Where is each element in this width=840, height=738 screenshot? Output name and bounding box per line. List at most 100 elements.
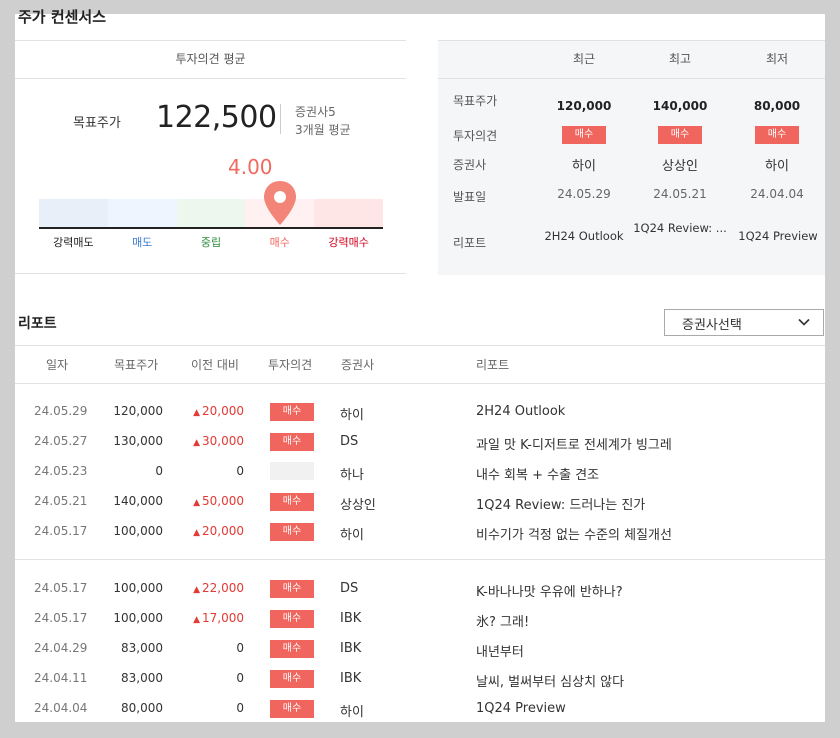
row-target: 120,000 <box>113 404 163 418</box>
table-row[interactable]: 24.05.27 130,000 ▲ 30,000 매수 DS 과일 맛 K-디저트로 전세… <box>0 427 840 457</box>
table-row[interactable]: 24.04.29 83,000 0 매수 IBK 내년부터 <box>0 634 840 664</box>
table-row[interactable]: 24.05.21 140,000 ▲ 50,000 매수 상상인 1Q24 Review: … <box>0 487 840 517</box>
row-date: 24.05.27 <box>34 434 88 448</box>
col-highest: 최고 <box>668 52 692 66</box>
row-date: 24.05.29 <box>34 404 88 418</box>
row-diff-value: 20,000 <box>202 404 244 418</box>
opinion-badge: 매수 <box>270 670 314 688</box>
row-report-link[interactable]: 내수 회복 + 수출 견조 <box>476 464 599 483</box>
chevron-down-icon <box>798 318 810 326</box>
row-target: 83,000 <box>121 671 163 685</box>
row-diff: ▲ 50,000 <box>193 494 244 508</box>
arrow-up-icon: ▲ <box>193 408 200 418</box>
row-diff-value: 20,000 <box>202 524 244 538</box>
row-broker: DS <box>340 434 359 449</box>
table-row[interactable]: 24.05.17 100,000 ▲ 20,000 매수 하이 비수기가 걱정 없는 수준의… <box>0 517 840 547</box>
row-broker: 상상인 <box>340 498 376 513</box>
table-row[interactable]: 24.05.23 0 0 하나 내수 회복 + 수출 견조 <box>0 457 840 487</box>
row-diff-value: 30,000 <box>202 434 244 448</box>
row-opinion: 매수 <box>270 669 314 688</box>
opinion-gauge <box>39 199 383 229</box>
row-target: 100,000 <box>113 611 163 625</box>
scale-strong-sell: 강력매도 <box>53 236 94 249</box>
table-row[interactable]: 24.05.29 120,000 ▲ 20,000 매수 하이 2H24 Outlook <box>0 397 840 427</box>
row-diff: ▲ 20,000 <box>193 404 244 418</box>
divider <box>15 273 406 274</box>
row-diff-value: 0 <box>236 671 244 685</box>
lowest-report-link[interactable]: 1Q24 Preview <box>728 228 828 245</box>
col-lowest: 최저 <box>765 52 789 66</box>
gauge-band-strong-sell <box>39 199 108 227</box>
lowest-target: 80,000 <box>753 99 801 113</box>
opinion-badge: 매수 <box>270 493 314 511</box>
highest-target: 140,000 <box>652 99 708 113</box>
row-report-link[interactable]: K-바나나맛 우유에 반하나? <box>476 581 623 600</box>
col-report: 리포트 <box>476 358 510 372</box>
divider <box>15 559 825 560</box>
highest-broker: 상상인 <box>662 159 698 174</box>
row-date: 24.05.17 <box>34 611 88 625</box>
col-opinion: 투자의견 <box>268 358 313 372</box>
row-date: 24.05.17 <box>34 581 88 595</box>
opinion-badge: 매수 <box>270 610 314 628</box>
opinion-badge: 매수 <box>270 640 314 658</box>
row-opinion: 매수 <box>270 579 314 598</box>
row-diff-value: 0 <box>236 701 244 715</box>
row-opinion: 매수 <box>270 492 314 511</box>
row-report-link[interactable]: 날씨, 벌써부터 심상치 않다 <box>476 671 624 690</box>
highest-report-link[interactable]: 1Q24 Review: ... <box>630 220 730 237</box>
lowest-opinion-badge: 매수 <box>755 126 799 144</box>
row-target: 140,000 <box>113 494 163 508</box>
row-diff-value: 22,000 <box>202 581 244 595</box>
gauge-scale-labels: 강력매도 매도 중립 매수 강력매수 <box>39 234 383 250</box>
row-opinion: 매수 <box>270 699 314 718</box>
lowest-date: 24.04.04 <box>750 187 804 201</box>
broker-select-value: 증권사선택 <box>682 318 742 333</box>
row-date: 24.05.17 <box>34 524 88 538</box>
row-target: 80,000 <box>121 701 163 715</box>
map-pin-icon <box>263 181 296 225</box>
table-row[interactable]: 24.05.17 100,000 ▲ 17,000 매수 IBK 氷? 그래! <box>0 604 840 634</box>
row-label-date: 발표일 <box>453 190 487 204</box>
scale-buy: 매수 <box>269 236 290 249</box>
row-broker: 하나 <box>340 468 364 483</box>
opinion-badge: 매수 <box>270 433 314 451</box>
scale-strong-buy: 강력매수 <box>328 236 369 249</box>
row-report-link[interactable]: 1Q24 Review: 드러나는 진가 <box>476 494 645 513</box>
average-period: 3개월 평균 <box>295 123 351 137</box>
row-diff: ▲ 22,000 <box>193 581 244 595</box>
target-price-value: 122,500 <box>156 100 277 135</box>
scale-sell: 매도 <box>132 236 153 249</box>
row-date: 24.04.11 <box>34 671 88 685</box>
latest-broker: 하이 <box>572 159 596 174</box>
col-target: 목표주가 <box>114 358 159 372</box>
broker-select[interactable]: 증권사선택 <box>664 309 824 336</box>
row-report-link[interactable]: 과일 맛 K-디저트로 전세계가 빙그레 <box>476 434 672 453</box>
target-price-label: 목표주가 <box>73 116 121 131</box>
row-report-link[interactable]: 비수기가 걱정 없는 수준의 체질개선 <box>476 524 672 543</box>
row-diff: 0 <box>236 671 244 685</box>
row-report-link[interactable]: 氷? 그래! <box>476 611 529 630</box>
row-opinion: 매수 <box>270 432 314 451</box>
row-broker: 하이 <box>340 408 364 423</box>
row-diff-value: 0 <box>236 464 244 478</box>
table-row[interactable]: 24.04.04 80,000 0 매수 하이 1Q24 Preview <box>0 694 840 724</box>
row-report-link[interactable]: 내년부터 <box>476 641 524 660</box>
table-row[interactable]: 24.04.11 83,000 0 매수 IBK 날씨, 벌써부터 심상치 않다 <box>0 664 840 694</box>
latest-report-link[interactable]: 2H24 Outlook <box>536 228 632 245</box>
row-target: 100,000 <box>113 581 163 595</box>
divider <box>280 104 281 134</box>
table-row[interactable]: 24.05.17 100,000 ▲ 22,000 매수 DS K-바나나맛 우유에 반하나… <box>0 574 840 604</box>
row-broker: IBK <box>340 641 362 656</box>
latest-date: 24.05.29 <box>557 187 611 201</box>
row-report-link[interactable]: 2H24 Outlook <box>476 404 565 419</box>
broker-count: 증권사5 <box>295 105 336 119</box>
row-label-target: 목표주가 <box>453 94 498 108</box>
row-opinion <box>270 462 314 483</box>
row-broker: IBK <box>340 611 362 626</box>
row-diff: 0 <box>236 641 244 655</box>
col-broker: 증권사 <box>341 358 375 372</box>
row-date: 24.05.21 <box>34 494 88 508</box>
opinion-badge: 매수 <box>270 403 314 421</box>
row-report-link[interactable]: 1Q24 Preview <box>476 701 566 716</box>
